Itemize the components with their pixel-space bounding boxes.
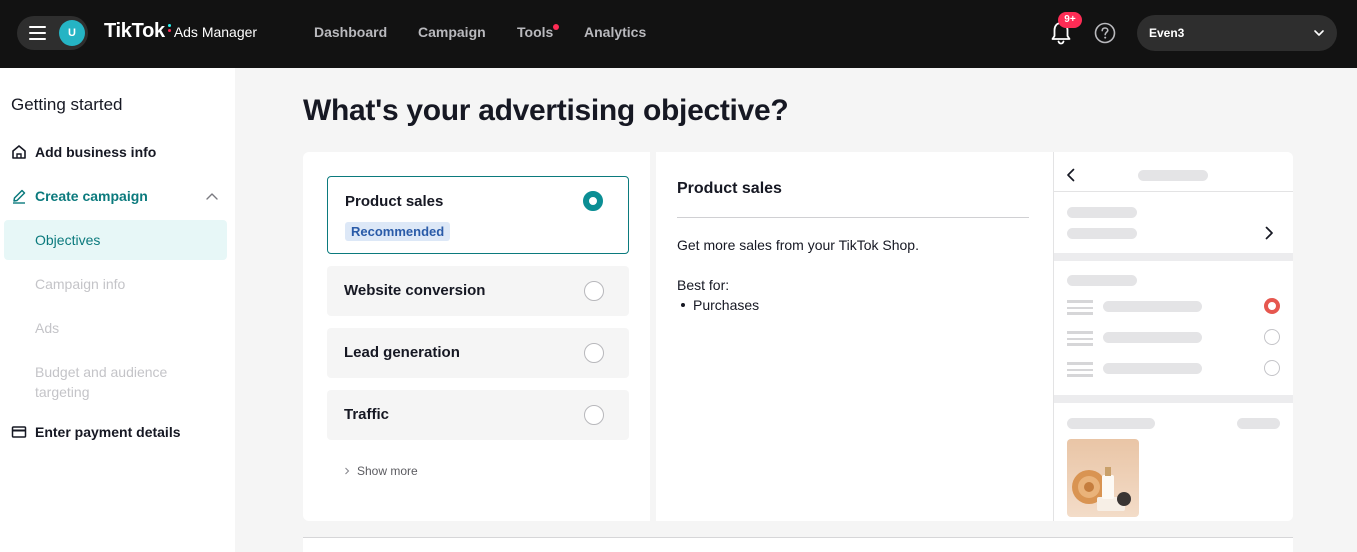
sidebar-item-campaign-info[interactable]: Campaign info: [0, 264, 235, 304]
nav-campaign[interactable]: Campaign: [418, 24, 486, 40]
app-logo[interactable]: TikTok Ads Manager: [104, 20, 257, 43]
objective-card: Product sales Recommended Website conver…: [303, 152, 1293, 521]
best-for-item: Purchases: [681, 297, 759, 313]
card-icon: [1067, 362, 1093, 377]
objective-option-product-sales[interactable]: Product sales Recommended: [327, 176, 629, 254]
sidebar-title: Getting started: [11, 95, 123, 114]
chevron-up-icon[interactable]: [205, 192, 219, 202]
show-more-link[interactable]: Show more: [357, 464, 418, 478]
nav-analytics[interactable]: Analytics: [584, 24, 646, 40]
nav-dashboard[interactable]: Dashboard: [314, 24, 387, 40]
preview-radio: [1264, 329, 1280, 345]
preview-section-band: [1054, 395, 1293, 403]
top-bar: U TikTok Ads Manager Dashboard Campaign T…: [0, 0, 1357, 68]
avatar[interactable]: U: [59, 20, 85, 46]
skeleton-bar: [1067, 275, 1137, 286]
help-icon[interactable]: [1094, 22, 1116, 44]
notification-count-badge: 9+: [1058, 12, 1082, 28]
sidebar-item-label: Ads: [35, 320, 60, 336]
objective-radio[interactable]: [584, 343, 604, 363]
product-image: [1067, 439, 1139, 517]
preview-radio-selected: [1264, 298, 1280, 314]
preview-divider-line: [1054, 191, 1293, 192]
detail-divider: [677, 217, 1029, 218]
objective-option-website-conversion[interactable]: Website conversion: [327, 266, 629, 316]
logo-separator: [167, 22, 171, 34]
objective-radio[interactable]: [583, 191, 603, 211]
sidebar-item-label: Budget and audience targeting: [35, 364, 168, 400]
pencil-icon: [13, 189, 26, 204]
best-for-label: Best for:: [677, 277, 730, 293]
skeleton-bar: [1067, 207, 1137, 218]
sidebar-item-label: Add business info: [35, 144, 157, 160]
skeleton-bar: [1138, 170, 1208, 181]
account-selector[interactable]: Even3: [1137, 15, 1337, 51]
secondary-card: [303, 537, 1293, 552]
skeleton-bar: [1237, 418, 1280, 429]
skeleton-bar: [1103, 363, 1202, 374]
preview-radio: [1264, 360, 1280, 376]
preview-section-band: [1054, 253, 1293, 261]
account-name: Even3: [1149, 26, 1185, 40]
chevron-right-icon: [345, 467, 350, 475]
chevron-down-icon: [1314, 30, 1324, 36]
skeleton-bar: [1103, 332, 1202, 343]
objective-label: Product sales: [345, 193, 444, 210]
objective-radio[interactable]: [584, 405, 604, 425]
logo-brand: TikTok: [104, 20, 165, 42]
logo-product: Ads Manager: [173, 24, 258, 40]
skeleton-bar: [1067, 228, 1137, 239]
sidebar-item-payment-details[interactable]: Enter payment details: [0, 412, 235, 452]
card-icon: [1067, 331, 1093, 346]
nav-tools[interactable]: Tools: [517, 24, 553, 40]
recommended-badge: Recommended: [345, 222, 451, 241]
objective-option-traffic[interactable]: Traffic: [327, 390, 629, 440]
tools-notification-dot: [553, 24, 559, 30]
skeleton-bar: [1103, 301, 1202, 312]
home-icon: [12, 145, 26, 159]
sidebar-item-add-business-info[interactable]: Add business info: [0, 132, 235, 172]
detail-description: Get more sales from your TikTok Shop.: [677, 237, 919, 253]
objective-label: Lead generation: [344, 344, 460, 361]
sidebar-item-label: Enter payment details: [35, 424, 181, 440]
phone-preview: [1054, 152, 1293, 521]
card-icon: [1067, 300, 1093, 315]
sidebar-item-label: Objectives: [35, 232, 101, 248]
chevron-right-icon: [1265, 226, 1273, 240]
hamburger-menu-icon[interactable]: [29, 26, 46, 40]
sidebar: Getting started Add business info Create…: [0, 68, 235, 552]
detail-title: Product sales: [677, 180, 782, 197]
column-divider: [650, 152, 656, 521]
sidebar-item-create-campaign[interactable]: Create campaign: [0, 176, 235, 216]
objective-label: Traffic: [344, 406, 390, 423]
objective-label: Website conversion: [344, 282, 486, 299]
skeleton-bar: [1067, 418, 1155, 429]
sidebar-item-budget-audience[interactable]: Budget and audience targeting: [0, 358, 235, 402]
page-title: What's your advertising objective?: [303, 94, 789, 127]
objective-radio[interactable]: [584, 281, 604, 301]
sidebar-item-label: Create campaign: [35, 188, 148, 204]
sidebar-item-ads[interactable]: Ads: [0, 308, 235, 348]
sidebar-item-label: Campaign info: [35, 276, 126, 292]
sidebar-item-objectives[interactable]: Objectives: [4, 220, 227, 260]
back-arrow-icon: [1067, 168, 1075, 182]
payment-card-icon: [11, 426, 27, 438]
menu-account-pill[interactable]: U: [17, 16, 88, 50]
objective-option-lead-generation[interactable]: Lead generation: [327, 328, 629, 378]
